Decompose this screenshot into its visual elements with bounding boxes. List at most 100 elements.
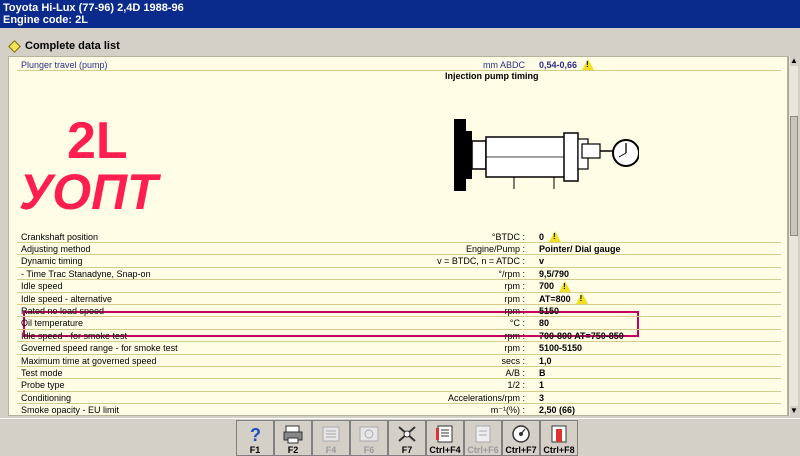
row-value: 5150 [539,306,559,316]
function-key-button[interactable]: F7 [388,420,426,456]
row-unit: °BTDC : [491,231,525,242]
row-unit: A/B : [505,367,525,378]
row-unit: Accelerations/rpm : [447,392,525,403]
warning-icon[interactable] [575,293,588,304]
row-label: Idle speed [21,281,63,292]
row-value: 2,50 (66) [539,405,575,415]
vertical-scrollbar[interactable]: ▲ ▼ [788,56,798,416]
row-unit: m⁻¹(%) : [490,404,525,415]
graphic-icon [358,424,380,444]
function-key-button[interactable]: F6 [350,420,388,456]
warning-icon[interactable] [549,231,562,242]
section-title: Complete data list [25,40,120,52]
scroll-up-icon[interactable]: ▲ [790,56,798,66]
vehicle-years: 1988-96 [143,2,184,14]
row-value-text: 700 [539,281,555,292]
row-label: Conditioning [21,392,72,403]
row-unit: rpm : [504,343,525,354]
row-value-text: 3 [539,392,545,403]
list-icon [320,424,342,444]
warning-icon[interactable] [582,59,595,70]
gauge-icon [510,424,532,444]
function-key-button[interactable]: Ctrl+F7 [502,420,540,456]
exit-icon [548,424,570,444]
row-label: Adjusting method [21,243,91,254]
row-value: 5100-5150 [539,343,582,353]
table-row: Governed speed range - for smoke test rpm… [17,343,781,355]
function-key-label: Ctrl+F6 [467,445,499,455]
scroll-down-icon[interactable]: ▼ [790,406,798,416]
table-row: Idle speed - for smoke test rpm : 700-800 … [17,330,781,343]
table-row: Idle speed - alternative rpm : AT=800 [17,293,781,305]
function-key-button[interactable]: Ctrl+F8 [540,420,578,456]
row-unit: v = BTDC, n = ATDC : [437,256,525,267]
function-key-button[interactable]: ? F1 [236,420,274,456]
function-key-label: F1 [249,445,261,455]
pump-diagram [454,119,639,191]
row-label: Maximum time at governed speed [21,355,157,366]
doc-icon [472,424,494,444]
vehicle-make: Toyota [3,2,39,14]
row-label: Plunger travel (pump) [21,59,108,70]
row-label: Dynamic timing [21,256,83,267]
warning-icon[interactable] [559,280,572,292]
diamond-icon [8,39,21,53]
row-label: Oil temperature [21,318,84,329]
row-value: 700-800 AT=750-850 [539,331,624,341]
vehicle-model: Hi-Lux (77-96) 2,4D [41,2,141,14]
scrollbar-thumb[interactable] [790,116,798,236]
overlay-caption: УОПТ [19,164,158,220]
function-key-button[interactable]: F4 [312,420,350,456]
row-label: Rated no load speed [21,305,105,316]
table-row: Crankshaft position °BTDC : 0 [17,231,781,243]
table-row: - Time Trac Stanadyne, Snap-on °/rpm : 9,5… [17,268,781,281]
notes-icon [434,424,456,444]
row-value: 700 [539,280,572,292]
row-label: Idle speed - alternative [21,293,113,304]
function-key-button[interactable]: Ctrl+F6 [464,420,502,456]
section-header[interactable]: Complete data list [0,36,795,56]
table-row: Conditioning Accelerations/rpm : 3 [17,392,781,405]
table-row: Test mode A/B : B [17,367,781,380]
row-unit: rpm : [504,281,525,292]
diagram-title: Injection pump timing [445,71,539,81]
row-value-text: 1,0 [539,355,552,366]
row-value: 9,5/790 [539,269,569,279]
table-row: Probe type 1/2 : 1 [17,380,781,392]
row-label: Idle speed - for smoke test [21,330,128,341]
function-key-button[interactable]: Ctrl+F4 [426,420,464,456]
row-label: Crankshaft position [21,231,99,242]
row-value-text: 700-800 AT=750-850 [539,330,624,341]
function-key-button[interactable]: F2 [274,420,312,456]
row-unit: °/rpm : [498,268,525,279]
function-key-label: F7 [401,445,413,455]
row-value-text: 9,5/790 [539,268,570,279]
row-value: B [539,368,546,378]
row-unit: °C : [509,318,525,329]
row-value: 3 [539,393,544,403]
row-label: Test mode [21,367,63,378]
function-key-label: F4 [325,445,337,455]
engine-code: Engine code: 2L [3,14,88,26]
tools-icon [396,424,418,444]
row-value: 0 [539,231,562,242]
printer-icon [282,424,304,444]
overlay-engine-code: 2L [67,112,128,170]
row-label: - Time Trac Stanadyne, Snap-on [21,268,151,279]
table-row: Dynamic timing v = BTDC, n = ATDC : v [17,256,781,268]
table-row: Adjusting method Engine/Pump : Pointer/ Di… [17,243,781,256]
row-value: 1 [539,380,544,390]
row-unit: mm ABDC [482,59,525,70]
row-value: v [539,256,544,266]
row-value: AT=800 [539,293,588,304]
function-key-label: F2 [287,445,299,455]
row-label: Probe type [21,380,65,391]
row-value-text: 1 [539,380,545,391]
row-label: Governed speed range - for smoke test [21,343,178,354]
table-row: Plunger travel (pump) mm ABDC 0,54-0,66 [17,59,781,71]
table-row: Rated no load speed rpm : 5150 [17,305,781,318]
function-key-label: Ctrl+F4 [429,445,461,455]
title-bar: Toyota Hi-Lux (77-96) 2,4D 1988-96 Engin… [0,0,800,28]
row-value: Pointer/ Dial gauge [539,244,621,254]
data-panel: Plunger travel (pump) mm ABDC 0,54-0,66 … [8,56,788,416]
